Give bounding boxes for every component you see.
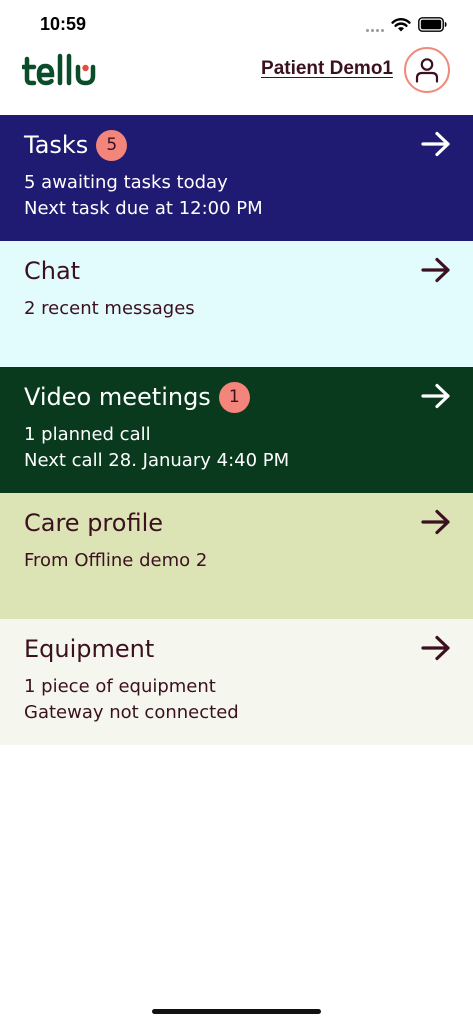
user-icon (415, 58, 439, 83)
chat-card[interactable]: Chat 2 recent messages (0, 241, 473, 367)
status-time: 10:59 (40, 14, 87, 34)
chat-summary: 2 recent messages (24, 298, 195, 319)
video-meetings-title: Video meetings (24, 383, 211, 411)
arrow-right-icon[interactable] (421, 635, 451, 661)
wifi-icon (391, 18, 411, 32)
care-profile-title: Care profile (24, 509, 164, 537)
arrow-right-icon[interactable] (421, 131, 451, 157)
card-title: Tasks 5 (24, 129, 128, 161)
cellular-icon (366, 29, 386, 33)
video-meetings-summary: 1 planned call (24, 424, 151, 445)
equipment-count: 1 piece of equipment (24, 676, 216, 697)
avatar-button[interactable] (404, 47, 450, 93)
status-bar: 10:59 (0, 0, 473, 50)
card-title: Care profile (24, 507, 163, 539)
equipment-card[interactable]: Equipment 1 piece of equipment Gateway n… (0, 619, 473, 745)
battery-icon (418, 17, 447, 32)
gateway-status: Gateway not connected (24, 702, 239, 723)
dashboard-cards: Tasks 5 5 awaiting tasks today Next task… (0, 115, 473, 745)
arrow-right-icon[interactable] (421, 383, 451, 409)
equipment-title: Equipment (24, 635, 155, 663)
chat-title: Chat (24, 257, 81, 285)
home-indicator[interactable] (152, 1009, 321, 1014)
tellu-logo (22, 53, 96, 86)
app-header: Patient Demo1 (0, 45, 473, 113)
tasks-next-due: Next task due at 12:00 PM (24, 198, 263, 219)
video-meetings-badge: 1 (218, 381, 250, 413)
care-profile-card[interactable]: Care profile From Offline demo 2 (0, 493, 473, 619)
tasks-badge: 5 (96, 129, 128, 161)
card-title: Equipment (24, 633, 154, 665)
tasks-title: Tasks (24, 131, 89, 159)
arrow-right-icon[interactable] (421, 509, 451, 535)
tasks-summary: 5 awaiting tasks today (24, 172, 228, 193)
patient-name-link[interactable]: Patient Demo1 (261, 58, 393, 80)
arrow-right-icon[interactable] (421, 257, 451, 283)
care-profile-source: From Offline demo 2 (24, 550, 208, 571)
tasks-card[interactable]: Tasks 5 5 awaiting tasks today Next task… (0, 115, 473, 241)
card-title: Chat (24, 255, 80, 287)
card-title: Video meetings 1 (24, 381, 250, 413)
video-meetings-card[interactable]: Video meetings 1 1 planned call Next cal… (0, 367, 473, 493)
video-meetings-next-call: Next call 28. January 4:40 PM (24, 450, 290, 471)
